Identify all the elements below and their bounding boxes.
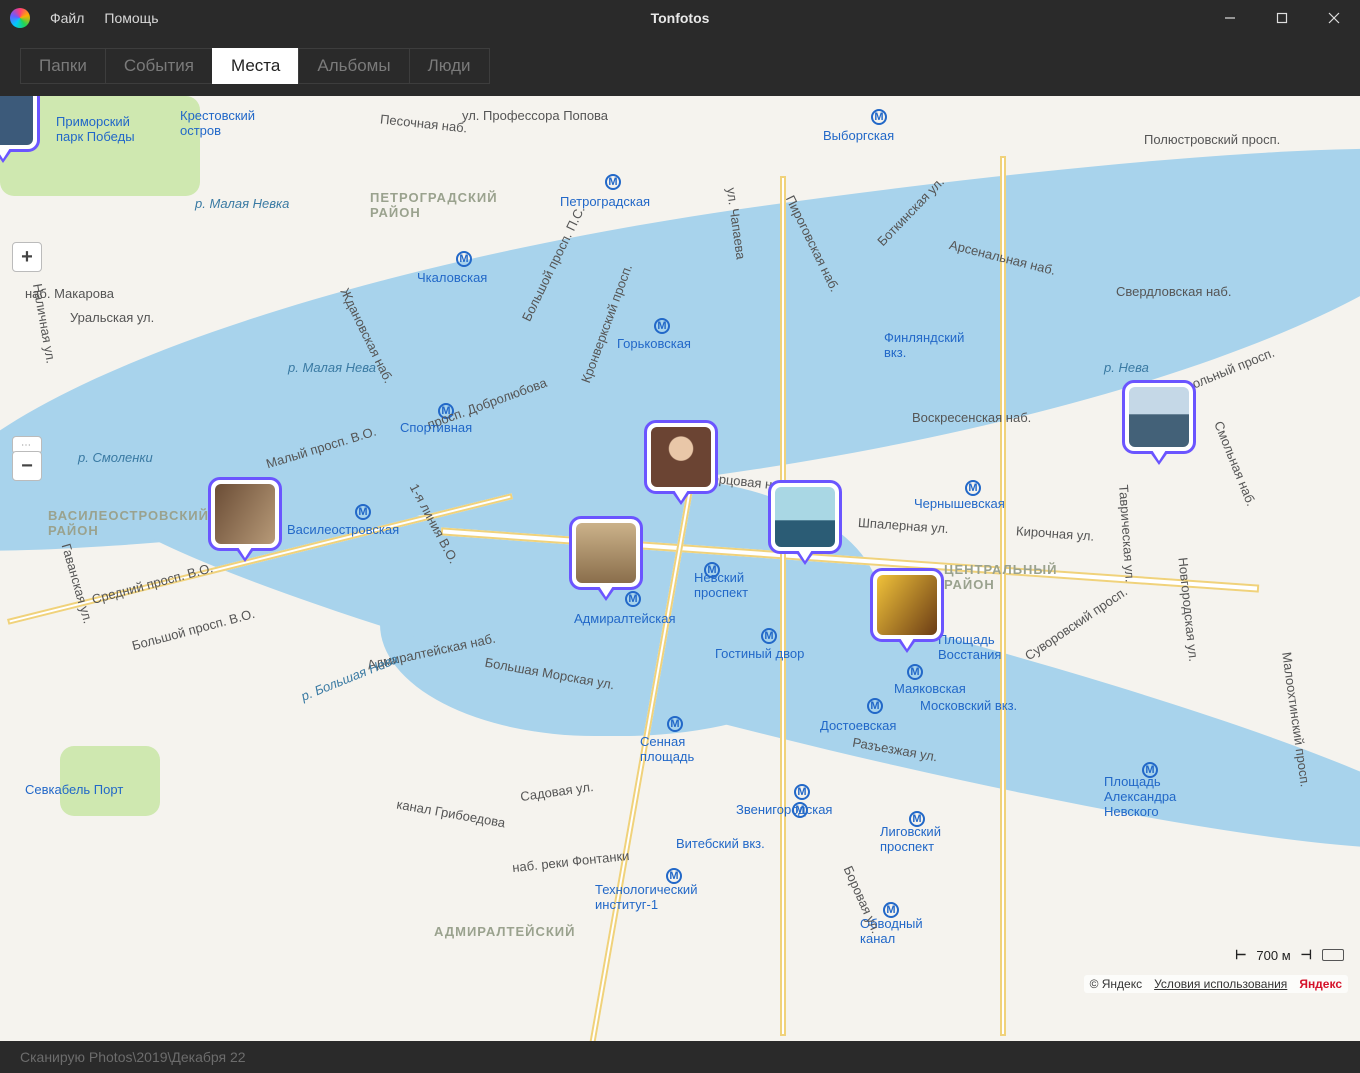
window-title: Tonfotos [651,10,710,26]
map-label: Финляндский вкз. [884,330,964,360]
photo-pin[interactable] [768,480,842,554]
map-label: Севкабель Порт [25,782,123,797]
metro-icon: М [794,784,810,800]
map-label: Маяковская [894,681,966,696]
provider-logo[interactable]: Яндекс [1299,977,1342,991]
maximize-button[interactable] [1256,0,1308,36]
map-label: Чкаловская [417,270,487,285]
map-label: Звенигородская [736,802,832,817]
zoom-in-button[interactable]: + [12,242,42,272]
copyright-text: © Яндекс [1090,977,1143,991]
map-label: Витебский вкз. [676,836,765,851]
photo-pin[interactable] [644,420,718,494]
photo-pin[interactable] [208,477,282,551]
map-label: Чернышевская [914,496,1005,511]
terms-link[interactable]: Условия использования [1154,977,1287,991]
photo-pin[interactable] [0,96,40,152]
tab-albums[interactable]: Альбомы [298,48,408,84]
metro-icon: М [965,480,981,496]
map-label: Свердловская наб. [1116,284,1231,299]
photo-pin[interactable] [870,568,944,642]
map-label: Гостиный двор [715,646,804,661]
map-label: Московский вкз. [920,698,1017,713]
statusbar: Сканирую Photos\2019\Декабря 22 [0,1041,1360,1073]
map-label: Спортивная [400,420,472,435]
tab-events[interactable]: События [105,48,212,84]
app-icon [10,8,30,28]
metro-icon: М [456,251,472,267]
tab-places[interactable]: Места [212,48,298,84]
map-label: ПЕТРОГРАДСКИЙ РАЙОН [370,190,498,220]
minimize-button[interactable] [1204,0,1256,36]
metro-icon: М [761,628,777,644]
map-viewport[interactable]: М М М М М М М М М М М М М М М М М М М Пр… [0,96,1360,1041]
window-controls [1204,0,1360,36]
map-label: Адмиралтейская [574,611,676,626]
tab-folders[interactable]: Папки [20,48,105,84]
tab-people[interactable]: Люди [409,48,490,84]
scale-label: 700 м [1256,948,1290,963]
metro-icon: М [625,591,641,607]
map-label: р. Малая Невка [195,196,289,211]
map-label: Приморский парк Победы [56,114,135,144]
map-label: Уральская ул. [70,310,154,325]
map-label: Невский проспект [694,570,748,600]
metro-icon: М [654,318,670,334]
map-label: р. Нева [1104,360,1149,375]
status-text: Сканирую Photos\2019\Декабря 22 [20,1049,246,1065]
map-label: Сенная площадь [640,734,694,764]
tabbar: Папки События Места Альбомы Люди [0,36,1360,96]
map-label: Василеостровская [287,522,399,537]
map-label: АДМИРАЛТЕЙСКИЙ [434,924,575,939]
metro-icon: М [871,109,887,125]
menu-file[interactable]: Файл [40,10,94,26]
map-label: Выборгская [823,128,894,143]
zoom-out-button[interactable]: − [12,451,42,481]
map-label: Технологический институг-1 [595,882,697,912]
map-label: ЦЕНТРАЛЬНЫЙ РАЙОН [944,562,1058,592]
close-button[interactable] [1308,0,1360,36]
menu-help[interactable]: Помощь [94,10,168,26]
metro-icon: М [867,698,883,714]
map-label: Полюстровский просп. [1144,132,1280,147]
metro-icon: М [907,664,923,680]
map-label: р. Смоленки [78,450,153,465]
photo-pin[interactable] [1122,380,1196,454]
map-label: Горьковская [617,336,691,351]
map-attribution: © Яндекс Условия использования Яндекс [1084,975,1348,993]
titlebar: Файл Помощь Tonfotos [0,0,1360,36]
metro-icon: М [667,716,683,732]
metro-icon: М [355,504,371,520]
map-label: Воскресенская наб. [912,410,1031,425]
map-label: ВАСИЛЕОСТРОВСКИЙ РАЙОН [48,508,209,538]
map-label: Лиговский проспект [880,824,941,854]
map-label: Крестовский остров [180,108,255,138]
ruler-icon[interactable] [1322,949,1344,961]
map-label: ул. Профессора Попова [462,108,608,123]
photo-pin[interactable] [569,516,643,590]
map-label: Площадь Восстания [938,632,1001,662]
map-label: р. Малая Нева [288,360,376,375]
scale-bar: ⊢ 700 м ⊣ [1235,947,1344,963]
map-label: Достоевская [820,718,896,733]
metro-icon: М [605,174,621,190]
map-label: Площадь Александра Невского [1104,774,1176,819]
